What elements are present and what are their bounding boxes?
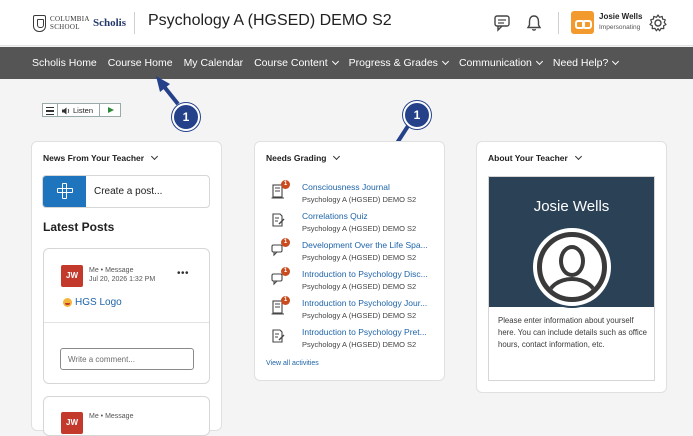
news-title-text: News From Your Teacher (43, 153, 145, 163)
needs-grading-title[interactable]: Needs Grading (266, 152, 341, 163)
post-meta: Me • Message Jul 20, 2026 1:32 PM (89, 266, 155, 284)
grading-item-title[interactable]: Consciousness Journal (302, 182, 390, 192)
needs-grading-title-text: Needs Grading (266, 153, 327, 163)
teacher-name: Josie Wells (533, 198, 610, 215)
more-options-icon[interactable]: ••• (177, 268, 189, 279)
step-callout: 1 (172, 103, 200, 131)
count-badge: 1 (281, 296, 290, 305)
grading-item-course: Psychology A (HGSED) DEMO S2 (302, 282, 417, 291)
grading-item-course: Psychology A (HGSED) DEMO S2 (302, 195, 417, 204)
grading-item-title[interactable]: Introduction to Psychology Pret... (302, 327, 427, 337)
post-date: Jul 20, 2026 1:32 PM (89, 276, 156, 283)
grading-item[interactable]: 1 Introduction to Psychology Disc... Psy… (271, 267, 446, 298)
divider (44, 322, 209, 323)
emoji-icon (63, 298, 72, 307)
teacher-profile: Josie Wells Please enter information abo… (488, 176, 655, 381)
plus-icon (43, 176, 86, 207)
grading-item[interactable]: Correlations Quiz Psychology A (HGSED) D… (271, 211, 446, 240)
count-badge: 1 (281, 180, 290, 189)
chevron-down-icon (151, 152, 159, 161)
grading-item-course: Psychology A (HGSED) DEMO S2 (302, 224, 417, 233)
grading-item-course: Psychology A (HGSED) DEMO S2 (302, 253, 417, 262)
teacher-description: Please enter information about yourself … (498, 316, 647, 349)
news-widget-title[interactable]: News From Your Teacher (43, 152, 159, 163)
author-avatar: JW (61, 265, 83, 287)
post-link-text: HGS Logo (75, 297, 122, 308)
about-title-text: About Your Teacher (488, 153, 568, 163)
grading-item-title[interactable]: Development Over the Life Spa... (302, 240, 428, 250)
profile-placeholder-icon (531, 226, 613, 308)
author-avatar: JW (61, 412, 83, 434)
grading-item-course: Psychology A (HGSED) DEMO S2 (302, 311, 417, 320)
grading-item-course: Psychology A (HGSED) DEMO S2 (302, 340, 417, 349)
create-post-button[interactable]: Create a post... (42, 175, 210, 208)
grading-item-title[interactable]: Introduction to Psychology Jour... (302, 298, 427, 308)
grading-item[interactable]: 1 Development Over the Life Spa... Psych… (271, 238, 446, 269)
quiz-icon (272, 329, 285, 343)
post-author: Me • Message (89, 267, 134, 274)
grading-item-title[interactable]: Introduction to Psychology Disc... (302, 269, 428, 279)
grading-item[interactable]: 1 Introduction to Psychology Jour... Psy… (271, 296, 446, 327)
comment-input[interactable]: Write a comment... (60, 348, 194, 370)
latest-posts-heading: Latest Posts (43, 220, 115, 234)
count-badge: 1 (281, 238, 290, 247)
chevron-down-icon (333, 152, 341, 161)
step-callout: 1 (403, 101, 431, 129)
quiz-icon (272, 213, 285, 227)
view-all-activities-link[interactable]: View all activities (266, 360, 319, 367)
post-link[interactable]: HGS Logo (63, 297, 122, 308)
about-teacher-title[interactable]: About Your Teacher (488, 152, 582, 163)
create-post-label: Create a post... (94, 186, 163, 197)
grading-item-title[interactable]: Correlations Quiz (302, 211, 368, 221)
count-badge: 1 (281, 267, 290, 276)
grading-item[interactable]: 1 Consciousness Journal Psychology A (HG… (271, 180, 446, 211)
grading-item[interactable]: Introduction to Psychology Pret... Psych… (271, 327, 446, 356)
chevron-down-icon (574, 152, 582, 161)
